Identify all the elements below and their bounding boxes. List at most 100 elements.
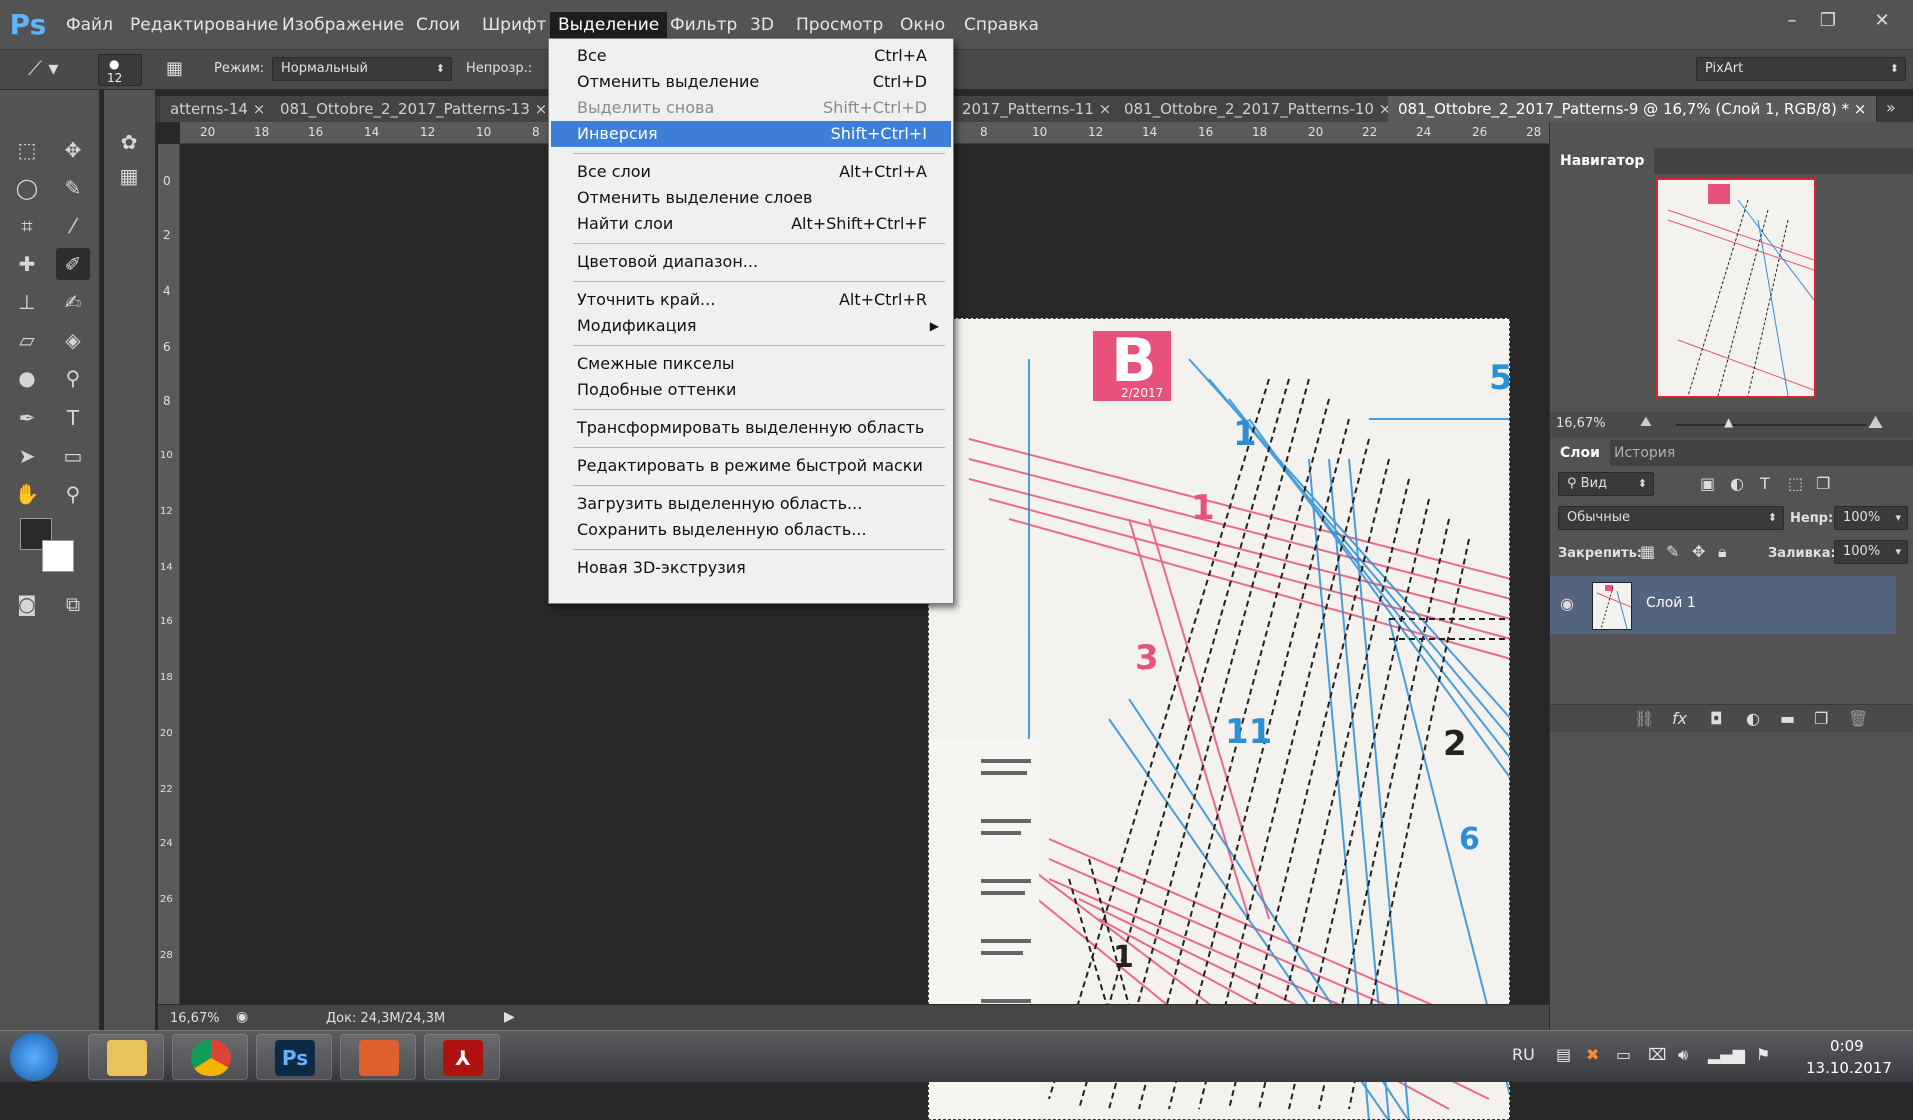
fx-icon[interactable]: fx bbox=[1672, 709, 1687, 728]
menu-item-deselect[interactable]: Отменить выделение Ctrl+D bbox=[551, 69, 951, 95]
fill-field[interactable]: 100% ▾ bbox=[1834, 540, 1908, 564]
network-icon[interactable]: ▂▄▆ bbox=[1708, 1045, 1745, 1064]
tab-layers[interactable]: Слои bbox=[1550, 440, 1610, 466]
tabs-overflow-icon[interactable]: » bbox=[1886, 98, 1896, 117]
status-menu-arrow-icon[interactable]: ▶ bbox=[504, 1009, 515, 1025]
workspace-dropdown[interactable]: PixArt ⬍ bbox=[1696, 57, 1906, 81]
zoom-level[interactable]: 16,67% bbox=[170, 1011, 220, 1026]
navigator-thumbnail[interactable] bbox=[1656, 178, 1816, 398]
taskbar-explorer[interactable] bbox=[88, 1034, 164, 1080]
filter-pixel-icon[interactable]: ▣ bbox=[1700, 474, 1715, 493]
menu-select[interactable]: Выделение bbox=[550, 12, 668, 38]
navigator-zoom-value[interactable]: 16,67% bbox=[1556, 416, 1606, 431]
menu-item-3d-extrusion[interactable]: Новая 3D-экструзия bbox=[551, 555, 951, 581]
mode-dropdown[interactable]: Нормальный ⬍ bbox=[272, 57, 452, 81]
menu-item-modify[interactable]: Модификация ▶ bbox=[551, 313, 951, 339]
blur-tool-icon[interactable]: ● bbox=[10, 362, 44, 394]
taskbar-chrome[interactable] bbox=[172, 1034, 248, 1080]
type-tool-icon[interactable]: T bbox=[56, 402, 90, 434]
crop-tool-icon[interactable]: ⌗ bbox=[10, 210, 44, 242]
tab-navigator[interactable]: Навигатор bbox=[1550, 148, 1655, 174]
hand-tool-icon[interactable]: ✋ bbox=[10, 478, 44, 510]
menu-type[interactable]: Шрифт bbox=[474, 12, 554, 38]
document-image[interactable]: B 2/2017 1 1 5 3 11 2 6 1 bbox=[928, 318, 1510, 1120]
menu-file[interactable]: Файл bbox=[58, 12, 121, 38]
info-icon[interactable]: ◉ bbox=[236, 1009, 248, 1025]
lasso-tool-icon[interactable]: ◯ bbox=[10, 172, 44, 204]
close-button[interactable]: ✕ bbox=[1860, 8, 1904, 34]
language-indicator[interactable]: RU bbox=[1512, 1045, 1535, 1064]
menu-image[interactable]: Изображение bbox=[274, 12, 412, 38]
brush-tool-icon[interactable]: ✐ bbox=[56, 248, 90, 280]
lock-transparent-icon[interactable]: ▦ bbox=[1640, 542, 1655, 561]
menu-item-load-selection[interactable]: Загрузить выделенную область... bbox=[551, 491, 951, 517]
filter-smart-icon[interactable]: ❐ bbox=[1816, 474, 1830, 493]
menu-item-save-selection[interactable]: Сохранить выделенную область... bbox=[551, 517, 951, 543]
zoom-tool-icon[interactable]: ⚲ bbox=[56, 478, 90, 510]
dodge-tool-icon[interactable]: ⚲ bbox=[56, 362, 90, 394]
filter-type-icon[interactable]: T bbox=[1760, 474, 1770, 493]
link-layers-icon[interactable]: ⛓ bbox=[1634, 709, 1654, 728]
quick-mask-icon[interactable]: ◙ bbox=[10, 588, 44, 620]
eyedropper-tool-icon[interactable]: ⁄ bbox=[56, 210, 90, 242]
lock-move-icon[interactable]: ✥ bbox=[1692, 542, 1705, 561]
adjustment-layer-icon[interactable]: ◐ bbox=[1746, 709, 1760, 728]
zoom-out-icon[interactable]: ⛰ bbox=[1640, 414, 1652, 430]
zoom-slider-track[interactable] bbox=[1676, 424, 1866, 426]
new-layer-icon[interactable]: ❐ bbox=[1814, 709, 1828, 728]
pen-tool-icon[interactable]: ✒ bbox=[10, 402, 44, 434]
menu-item-deselect-layers[interactable]: Отменить выделение слоев bbox=[551, 185, 951, 211]
swatches-icon[interactable]: ▦ bbox=[112, 160, 146, 192]
lock-brush-icon[interactable]: ✎ bbox=[1666, 542, 1679, 561]
filter-adjustment-icon[interactable]: ◐ bbox=[1730, 474, 1744, 493]
tray-usb-icon[interactable]: ⌧ bbox=[1648, 1045, 1666, 1064]
rectangle-tool-icon[interactable]: ▭ bbox=[56, 440, 90, 472]
menu-item-inverse[interactable]: Инверсия Shift+Ctrl+I bbox=[551, 121, 951, 147]
tab-history[interactable]: История bbox=[1604, 440, 1685, 466]
eraser-tool-icon[interactable]: ▱ bbox=[10, 324, 44, 356]
menu-help[interactable]: Справка bbox=[956, 12, 1047, 38]
brush-size-picker[interactable]: ● 12 bbox=[98, 54, 142, 86]
quick-select-tool-icon[interactable]: ✎ bbox=[56, 172, 90, 204]
menu-item-similar[interactable]: Подобные оттенки bbox=[551, 377, 951, 403]
menu-item-all[interactable]: Все Ctrl+A bbox=[551, 43, 951, 69]
palette-icon[interactable]: ✿ bbox=[112, 126, 146, 158]
new-group-icon[interactable]: ▬ bbox=[1780, 709, 1795, 728]
marquee-tool-icon[interactable]: ⬚ bbox=[10, 134, 44, 166]
restore-button[interactable]: ❐ bbox=[1806, 8, 1850, 34]
move-tool-icon[interactable]: ✥ bbox=[56, 134, 90, 166]
screen-mode-icon[interactable]: ⧉ bbox=[56, 588, 90, 620]
menu-item-find-layers[interactable]: Найти слои Alt+Shift+Ctrl+F bbox=[551, 211, 951, 237]
menu-item-color-range[interactable]: Цветовой диапазон... bbox=[551, 249, 951, 275]
tray-app-icon[interactable]: ✖ bbox=[1586, 1045, 1599, 1064]
menu-filter[interactable]: Фильтр bbox=[662, 12, 745, 38]
lock-all-icon[interactable]: 🔒︎ bbox=[1718, 542, 1727, 562]
brush-panel-icon[interactable]: ▦ bbox=[166, 58, 192, 82]
layer-row[interactable]: ◉ Слой 1 bbox=[1550, 576, 1896, 634]
filter-shape-icon[interactable]: ⬚ bbox=[1788, 474, 1803, 493]
menu-item-grow[interactable]: Смежные пикселы bbox=[551, 351, 951, 377]
clock-date[interactable]: 13.10.2017 bbox=[1806, 1059, 1892, 1077]
tab-patterns-10[interactable]: 081_Ottobre_2_2017_Patterns-10 × bbox=[1114, 96, 1403, 122]
menu-item-quick-mask[interactable]: Редактировать в режиме быстрой маски bbox=[551, 453, 951, 479]
tab-patterns-9[interactable]: 081_Ottobre_2_2017_Patterns-9 @ 16,7% (С… bbox=[1388, 96, 1878, 122]
tab-patterns-11[interactable]: 2017_Patterns-11 × bbox=[952, 96, 1123, 122]
menu-3d[interactable]: 3D bbox=[742, 12, 782, 38]
zoom-slider-handle-icon[interactable]: ▲ bbox=[1724, 415, 1733, 429]
healing-brush-icon[interactable]: ✚ bbox=[10, 248, 44, 280]
trash-icon[interactable]: 🗑︎ bbox=[1848, 709, 1868, 728]
history-brush-icon[interactable]: ✍ bbox=[56, 286, 90, 318]
tray-device-icon[interactable]: ▭ bbox=[1616, 1045, 1631, 1064]
menu-view[interactable]: Просмотр bbox=[788, 12, 891, 38]
background-color-swatch[interactable] bbox=[42, 540, 74, 572]
eye-icon[interactable]: ◉ bbox=[1560, 594, 1574, 613]
menu-item-refine-edge[interactable]: Уточнить край... Alt+Ctrl+R bbox=[551, 287, 951, 313]
clock-time[interactable]: 0:09 bbox=[1830, 1037, 1864, 1055]
tray-notes-icon[interactable]: ▤ bbox=[1556, 1045, 1571, 1064]
brush-tool-preset-icon[interactable]: ⟋ ▾ bbox=[28, 56, 78, 84]
taskbar-app4[interactable] bbox=[340, 1034, 416, 1080]
volume-icon[interactable]: 🔊︎ bbox=[1678, 1045, 1688, 1065]
layer-filter-dropdown[interactable]: ⚲ Вид ⬍ bbox=[1558, 472, 1654, 496]
menu-item-all-layers[interactable]: Все слои Alt+Ctrl+A bbox=[551, 159, 951, 185]
start-button-icon[interactable] bbox=[10, 1033, 58, 1081]
